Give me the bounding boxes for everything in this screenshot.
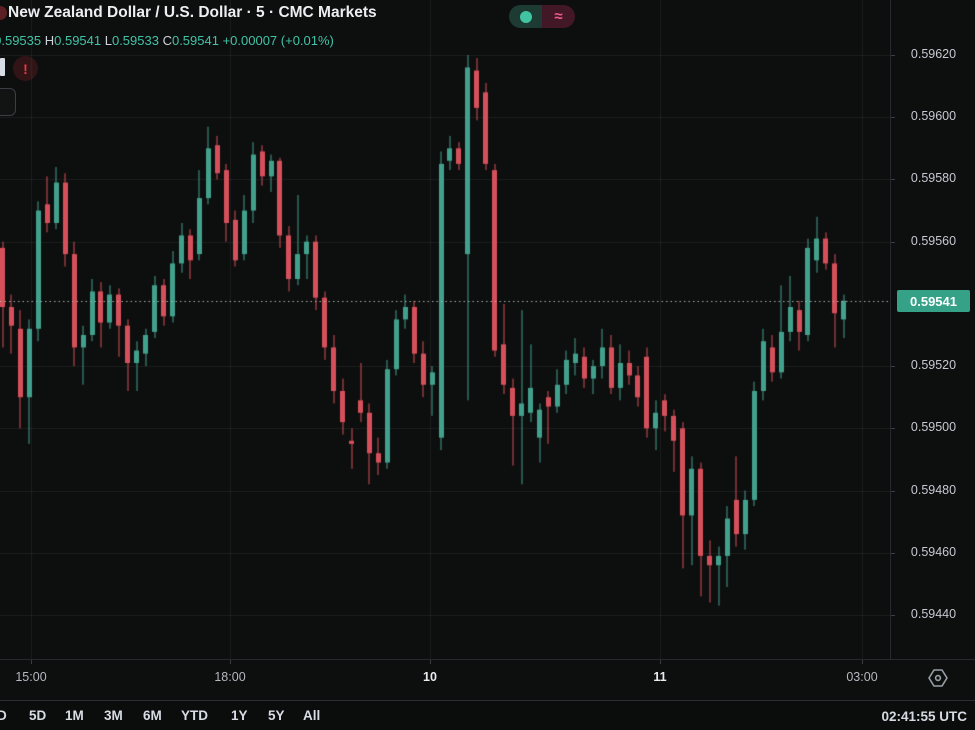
current-price-label: 0.59541	[897, 290, 970, 312]
range-button-1Y[interactable]: 1Y	[227, 706, 252, 725]
bottom-toolbar: D 5D 1M 3M 6M YTD 1Y 5Y All 02:41:55 UTC	[0, 700, 975, 730]
ohlc-value: 0.59535	[0, 33, 41, 48]
notifications-toggle[interactable]: ≈	[542, 5, 575, 28]
price-tick-label: 0.59500	[891, 420, 975, 434]
alert-exclamation-icon[interactable]: !	[13, 56, 38, 81]
price-axis[interactable]: 0.59541 0.59620 0.59600 0.59580 0.59560 0.59…	[890, 0, 975, 659]
price-tick-label: 0.59600	[891, 109, 975, 123]
symbol-title[interactable]: New Zealand Dollar / U.S. Dollar · 5 · C…	[8, 4, 377, 22]
ohlc-value: 0.59541	[54, 33, 101, 48]
ohlc-readout: O0.59535 H0.59541 L0.59533 C0.59541 +0.0…	[0, 33, 334, 48]
left-toolbar-icon-fragment	[0, 58, 5, 76]
ohlc-value: 0.59533	[112, 33, 159, 48]
range-button-1M[interactable]: 1M	[61, 706, 88, 725]
range-button-YTD[interactable]: YTD	[177, 706, 212, 725]
time-tick-label: 15:00	[15, 670, 46, 684]
time-tick-mark	[31, 660, 32, 664]
status-toggle-pill: ≈	[509, 5, 575, 28]
price-tick-label: 0.59460	[891, 545, 975, 559]
candlestick-chart-canvas[interactable]	[0, 0, 890, 659]
ohlc-letter: H	[41, 33, 54, 48]
clock-utc[interactable]: 02:41:55 UTC	[881, 709, 967, 724]
time-tick-label: 18:00	[214, 670, 245, 684]
range-button-D[interactable]: D	[0, 706, 11, 725]
price-tick-label: 0.59440	[891, 607, 975, 621]
range-button-5D[interactable]: 5D	[25, 706, 50, 725]
ohlc-letter: C	[159, 33, 172, 48]
time-tick-label: 03:00	[846, 670, 877, 684]
ohlc-letter: L	[101, 33, 112, 48]
price-tick-label: 0.59520	[891, 358, 975, 372]
time-tick-mark	[660, 660, 661, 664]
axis-settings-icon[interactable]	[926, 666, 950, 690]
time-tick-label: 10	[423, 670, 437, 684]
trading-chart-app: 0.59541 0.59620 0.59600 0.59580 0.59560 0.59…	[0, 0, 975, 730]
price-tick-label: 0.59620	[891, 47, 975, 61]
time-tick-label: 11	[653, 670, 666, 684]
time-axis[interactable]: 15:00 18:00 10 11 03:00	[0, 659, 975, 701]
time-tick-mark	[430, 660, 431, 664]
range-button-6M[interactable]: 6M	[139, 706, 166, 725]
price-change: +0.00007 (+0.01%)	[219, 33, 334, 48]
range-button-All[interactable]: All	[299, 706, 324, 725]
left-toolbar-button[interactable]	[0, 88, 16, 116]
time-tick-mark	[230, 660, 231, 664]
market-status-toggle[interactable]	[509, 5, 542, 28]
price-tick-label: 0.59560	[891, 234, 975, 248]
ohlc-value: 0.59541	[172, 33, 219, 48]
range-button-5Y[interactable]: 5Y	[264, 706, 289, 725]
market-open-dot-icon	[520, 11, 532, 23]
price-tick-label: 0.59480	[891, 483, 975, 497]
price-tick-label: 0.59580	[891, 171, 975, 185]
time-tick-mark	[862, 660, 863, 664]
range-button-3M[interactable]: 3M	[100, 706, 127, 725]
